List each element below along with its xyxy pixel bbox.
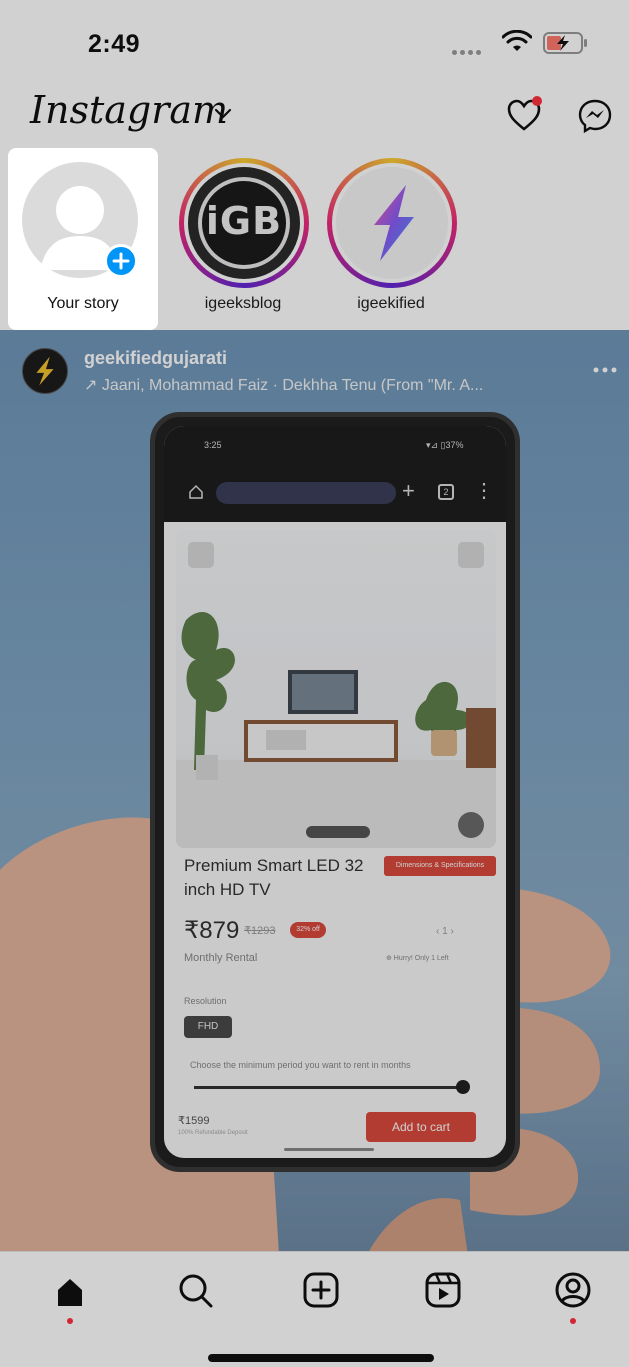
add-to-cart-button: Add to cart <box>366 1112 476 1142</box>
active-dot <box>67 1318 73 1324</box>
nav-reels[interactable] <box>418 1268 468 1328</box>
story-item-your-story[interactable]: Your story <box>8 148 158 330</box>
phone-status-time: 3:25 <box>204 440 222 450</box>
battery-charging-icon <box>543 32 587 54</box>
messenger-icon[interactable] <box>578 99 612 133</box>
instagram-app: 2:49 Instagram iGB igeeksblog igeekified… <box>0 0 629 1367</box>
monthly-rental-label: Monthly Rental <box>184 952 258 964</box>
signal-dots-icon <box>452 42 492 55</box>
chevron-down-icon[interactable] <box>214 108 232 120</box>
story-label: igeeksblog <box>204 295 282 312</box>
product-image <box>176 530 496 848</box>
stock-note: ⊕ Hurry! Only 1 Left <box>386 955 449 962</box>
deposit-note: 100% Refundable Deposit <box>178 1130 248 1136</box>
add-story-badge[interactable] <box>104 244 138 278</box>
nav-profile[interactable] <box>548 1268 598 1328</box>
home-icon <box>58 1279 82 1306</box>
instagram-logo[interactable]: Instagram <box>30 88 228 132</box>
tv-room-image <box>176 611 496 848</box>
phone-url-field <box>216 482 396 504</box>
phone-screen: 3:25 ▾⊿ ▯37% + 2 ⋮ Premium Smart LED 32 … <box>164 426 506 1158</box>
nav-search[interactable] <box>171 1268 221 1328</box>
post-author-avatar[interactable] <box>22 348 68 394</box>
plus-icon: + <box>402 478 415 503</box>
cart-icon <box>458 542 484 568</box>
resolution-label: Resolution <box>184 996 227 1006</box>
resolution-chip: FHD <box>184 1016 232 1038</box>
home-indicator <box>208 1354 434 1362</box>
reels-icon <box>425 1272 461 1308</box>
avatar-text: iGB <box>205 199 283 243</box>
bottom-navigation <box>0 1251 629 1367</box>
status-bar: 2:49 <box>0 0 629 88</box>
specifications-button: Dimensions & Specifications <box>384 856 496 876</box>
menu-dots-icon: ⋮ <box>474 480 494 502</box>
lightning-logo-icon <box>36 356 54 386</box>
notification-dot <box>532 96 542 106</box>
phone-mockup: 3:25 ▾⊿ ▯37% + 2 ⋮ Premium Smart LED 32 … <box>150 412 520 1172</box>
story-item-igeeksblog[interactable]: iGB igeeksblog <box>168 148 318 330</box>
deposit-amount: ₹1599 <box>178 1115 210 1127</box>
rental-period-text: Choose the minimum period you want to re… <box>190 1060 411 1070</box>
phone-home-bar <box>284 1148 374 1151</box>
rental-period-slider <box>194 1086 464 1089</box>
plus-square-icon <box>303 1272 339 1308</box>
story-ring <box>327 158 457 288</box>
profile-badge-dot <box>570 1318 576 1324</box>
your-story-label: Your story <box>47 295 119 312</box>
app-header: Instagram <box>0 88 629 148</box>
status-time: 2:49 <box>88 30 141 58</box>
product-title: Premium Smart LED 32 inch HD TV <box>184 856 364 899</box>
phone-status-icons: ▾⊿ ▯37% <box>426 440 464 450</box>
tabs-icon: 2 <box>438 484 454 500</box>
igeekified-avatar <box>336 167 448 279</box>
product-price: ₹879 <box>184 917 240 944</box>
slider-knob <box>456 1080 470 1094</box>
wifi-icon <box>502 30 532 51</box>
feed-post: geekifiedgujarati ↗ Jaani, Mohammad Faiz… <box>0 330 629 1251</box>
igeeksblog-avatar: iGB <box>188 167 300 279</box>
story-ring: iGB <box>179 158 309 288</box>
share-icon <box>458 812 484 838</box>
search-icon <box>179 1274 213 1308</box>
plus-icon <box>112 252 130 270</box>
home-outline-icon <box>189 484 203 499</box>
phone-status-bar: 3:25 ▾⊿ ▯37% <box>164 426 506 466</box>
nav-create[interactable] <box>296 1268 346 1328</box>
story-label: igeekified <box>357 295 425 312</box>
product-mrp: ₹1293 <box>244 925 276 937</box>
post-username[interactable]: geekifiedgujarati <box>84 348 227 369</box>
nav-home[interactable] <box>45 1268 95 1328</box>
back-icon <box>188 542 214 568</box>
quantity-stepper: ‹ 1 › <box>436 926 454 937</box>
post-audio-track[interactable]: ↗ Jaani, Mohammad Faiz · Dekhha Tenu (Fr… <box>84 375 483 395</box>
discount-badge: 32% off <box>290 922 326 938</box>
post-header: geekifiedgujarati ↗ Jaani, Mohammad Faiz… <box>0 330 629 400</box>
profile-icon <box>555 1272 591 1308</box>
more-horizontal-icon[interactable] <box>592 366 618 374</box>
lightning-logo-icon <box>374 185 414 261</box>
story-item-igeekified[interactable]: igeekified <box>316 148 466 330</box>
carousel-dots <box>306 826 370 838</box>
phone-browser-bar: + 2 ⋮ <box>164 466 506 522</box>
